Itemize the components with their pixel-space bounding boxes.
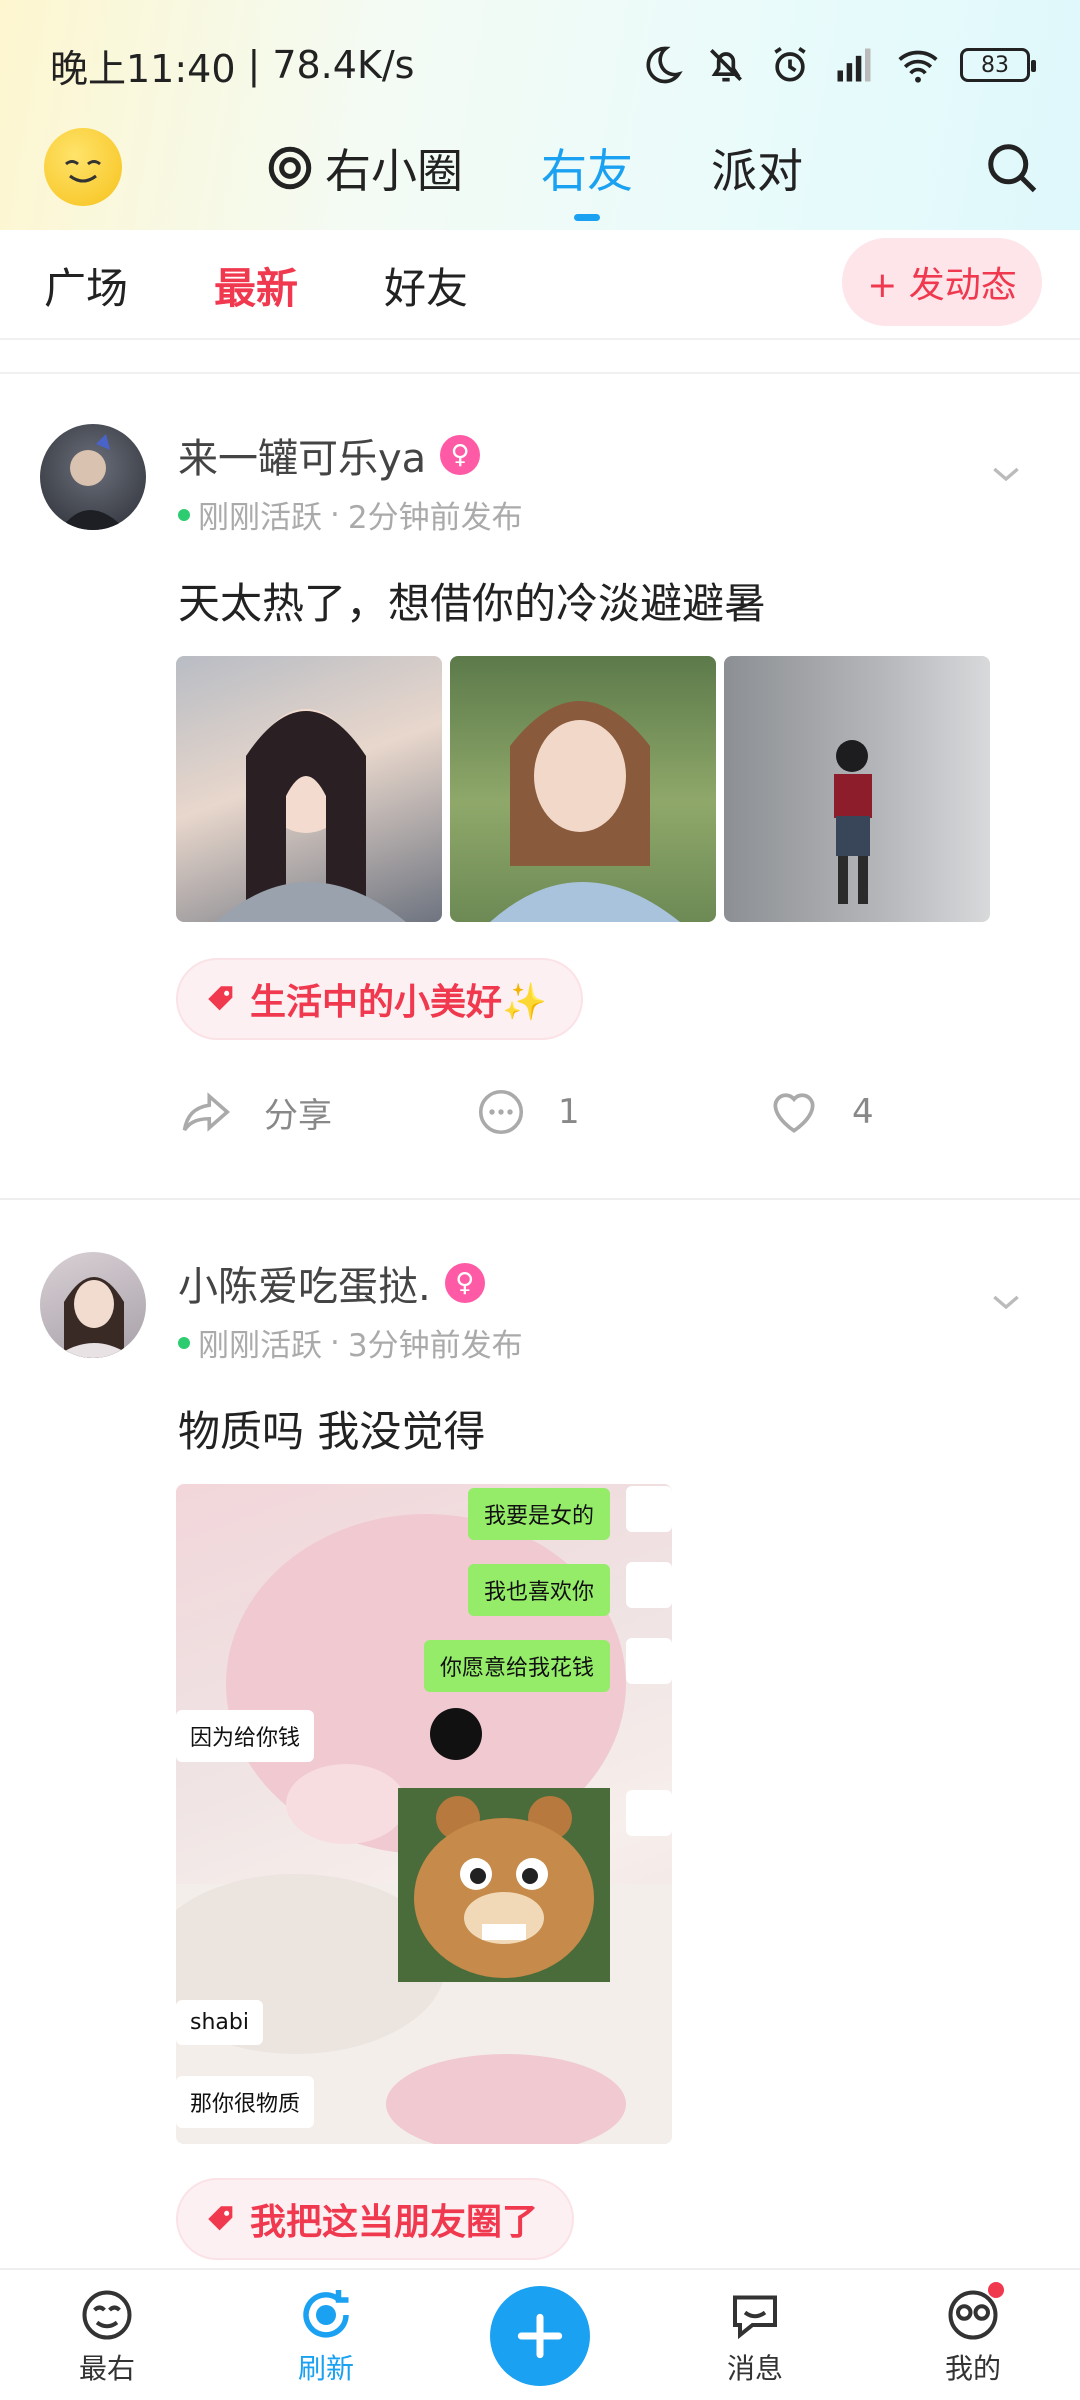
nav-profile[interactable]: 我的 [898,2270,1048,2400]
bear-meme-sticker [398,1788,610,1982]
sub-navigation: 广场 最新 好友 + 发动态 [0,230,1080,340]
online-status-icon [178,508,190,521]
tab-friends[interactable]: 右友 [541,135,633,201]
my-avatar[interactable] [44,128,122,206]
post-status-label: + 发动态 [867,265,1017,306]
post-author[interactable]: 小陈爱吃蛋挞. ♀ [178,1254,485,1312]
subtab-plaza[interactable]: 广场 [44,255,128,316]
moon-icon [646,46,683,84]
post-time: 3分钟前发布 [347,1328,523,1364]
nav-label: 最右 [78,2352,135,2385]
refresh-icon [303,2290,349,2338]
post-photo[interactable] [176,656,442,922]
post-meta: 刚刚活跃 · 2分钟前发布 [178,492,523,537]
divider [0,338,1080,340]
smiley-face-icon [82,2290,132,2340]
feed-post: 小陈爱吃蛋挞. ♀ 刚刚活跃 · 3分钟前发布 物质吗 我没觉得 我要是女的 我… [0,1200,1080,2268]
post-text: 物质吗 我没觉得 [178,1407,486,1456]
nav-label: 刷新 [297,2352,354,2385]
post-actions: 分享 1 4 [178,1077,898,1147]
topic-label: 我把这当朋友圈了 [250,2202,539,2243]
meta-dot: · [330,1324,340,1361]
share-label: 分享 [264,1095,332,1136]
nav-messages[interactable]: 消息 [680,2270,830,2400]
chevron-down-icon[interactable] [986,1282,1026,1322]
comment-count: 1 [558,1092,580,1132]
subtab-friends[interactable]: 好友 [384,255,468,316]
subtab-latest[interactable]: 最新 [214,255,298,316]
hello-kitty-avatar-icon [626,1486,672,1532]
comment-button[interactable]: 1 [474,1085,580,1139]
female-icon: ♀ [444,1263,485,1303]
tag-icon [208,986,233,1011]
post-time: 2分钟前发布 [347,500,523,536]
bottom-navigation: 最右 刷新 消息 我的 [0,2268,1080,2400]
search-icon[interactable] [982,138,1042,198]
post-meta: 刚刚活跃 · 3分钟前发布 [178,1320,523,1365]
chat-bubble-received: 那你很物质 [176,2076,315,2128]
tab-party[interactable]: 派对 [711,135,803,201]
chat-bubble-sent: 你愿意给我花钱 [423,1640,610,1692]
nav-zuiyou[interactable]: 最右 [32,2270,182,2400]
comment-icon [478,1089,524,1135]
chat-bubble-received: 因为给你钱 [176,1710,315,1762]
female-icon: ♀ [440,435,481,475]
plus-icon [517,2313,563,2359]
share-icon [182,1092,230,1132]
wifi-icon [898,50,938,83]
status-time: 晚上11:40 [50,46,236,91]
alarm-icon [774,46,806,82]
like-count: 4 [852,1092,874,1132]
chat-bubble-received: shabi [176,2000,263,2045]
top-navigation: 右小圈 右友 派对 [0,118,1080,228]
tag-icon [208,2206,233,2231]
message-icon [733,2295,777,2340]
post-status-button[interactable]: + 发动态 [842,238,1042,326]
notification-dot [988,2282,1004,2298]
post-photo[interactable] [724,656,990,922]
battery-indicator: 83 [960,48,1036,82]
topic-tag[interactable]: 生活中的小美好✨ [176,958,583,1040]
meta-dot: · [330,496,340,533]
hello-kitty-avatar-icon [626,1562,672,1608]
tab-label: 派对 [711,144,803,198]
signal-icon [837,48,871,82]
nav-label: 我的 [944,2352,1001,2385]
online-status-icon [178,1336,190,1349]
bell-muted-icon [710,49,742,82]
active-status: 刚刚活跃 [198,500,322,536]
circle-target-icon [268,146,312,190]
status-separator: | [247,43,261,87]
chat-bubble-sent: 我要是女的 [467,1488,610,1540]
username: 小陈爱吃蛋挞. [178,1264,431,1310]
post-photo[interactable] [450,656,716,922]
hello-kitty-avatar-icon [626,1790,672,1836]
topic-tag[interactable]: 我把这当朋友圈了 [176,2178,575,2260]
status-network-speed: 78.4K/s [272,43,415,87]
post-text: 天太热了，想借你的冷淡避避暑 [178,579,767,628]
user-avatar[interactable] [40,424,146,530]
image-grid [176,656,990,922]
share-button[interactable]: 分享 [180,1085,332,1139]
nav-label: 消息 [726,2352,783,2385]
create-post-button[interactable] [490,2286,590,2386]
like-button[interactable]: 4 [766,1084,874,1140]
hello-kitty-avatar-icon [626,1638,672,1684]
tab-label: 右友 [541,144,633,198]
chat-bubble-sent: 我也喜欢你 [467,1564,610,1616]
tab-circle[interactable]: 右小圈 [265,135,463,201]
smiley-face-icon [65,160,101,183]
user-avatar[interactable] [40,1252,146,1358]
chevron-down-icon[interactable] [986,454,1026,494]
heart-icon [773,1093,815,1133]
post-author[interactable]: 来一罐可乐ya ♀ [178,426,481,484]
username: 来一罐可乐ya [178,436,427,482]
status-bar: 晚上11:40 | 78.4K/s 83 [0,0,1080,130]
post-photo[interactable]: 我要是女的 我也喜欢你 你愿意给我花钱 因为给你钱 shabi 那你很物质 [176,1484,672,2144]
nav-refresh[interactable]: 刷新 [251,2270,401,2400]
feed-post: 来一罐可乐ya ♀ 刚刚活跃 · 2分钟前发布 天太热了，想借你的冷淡避避暑 生… [0,374,1080,1198]
active-status: 刚刚活跃 [198,1328,322,1364]
topic-label: 生活中的小美好✨ [250,982,547,1023]
tab-label: 右小圈 [325,144,463,198]
